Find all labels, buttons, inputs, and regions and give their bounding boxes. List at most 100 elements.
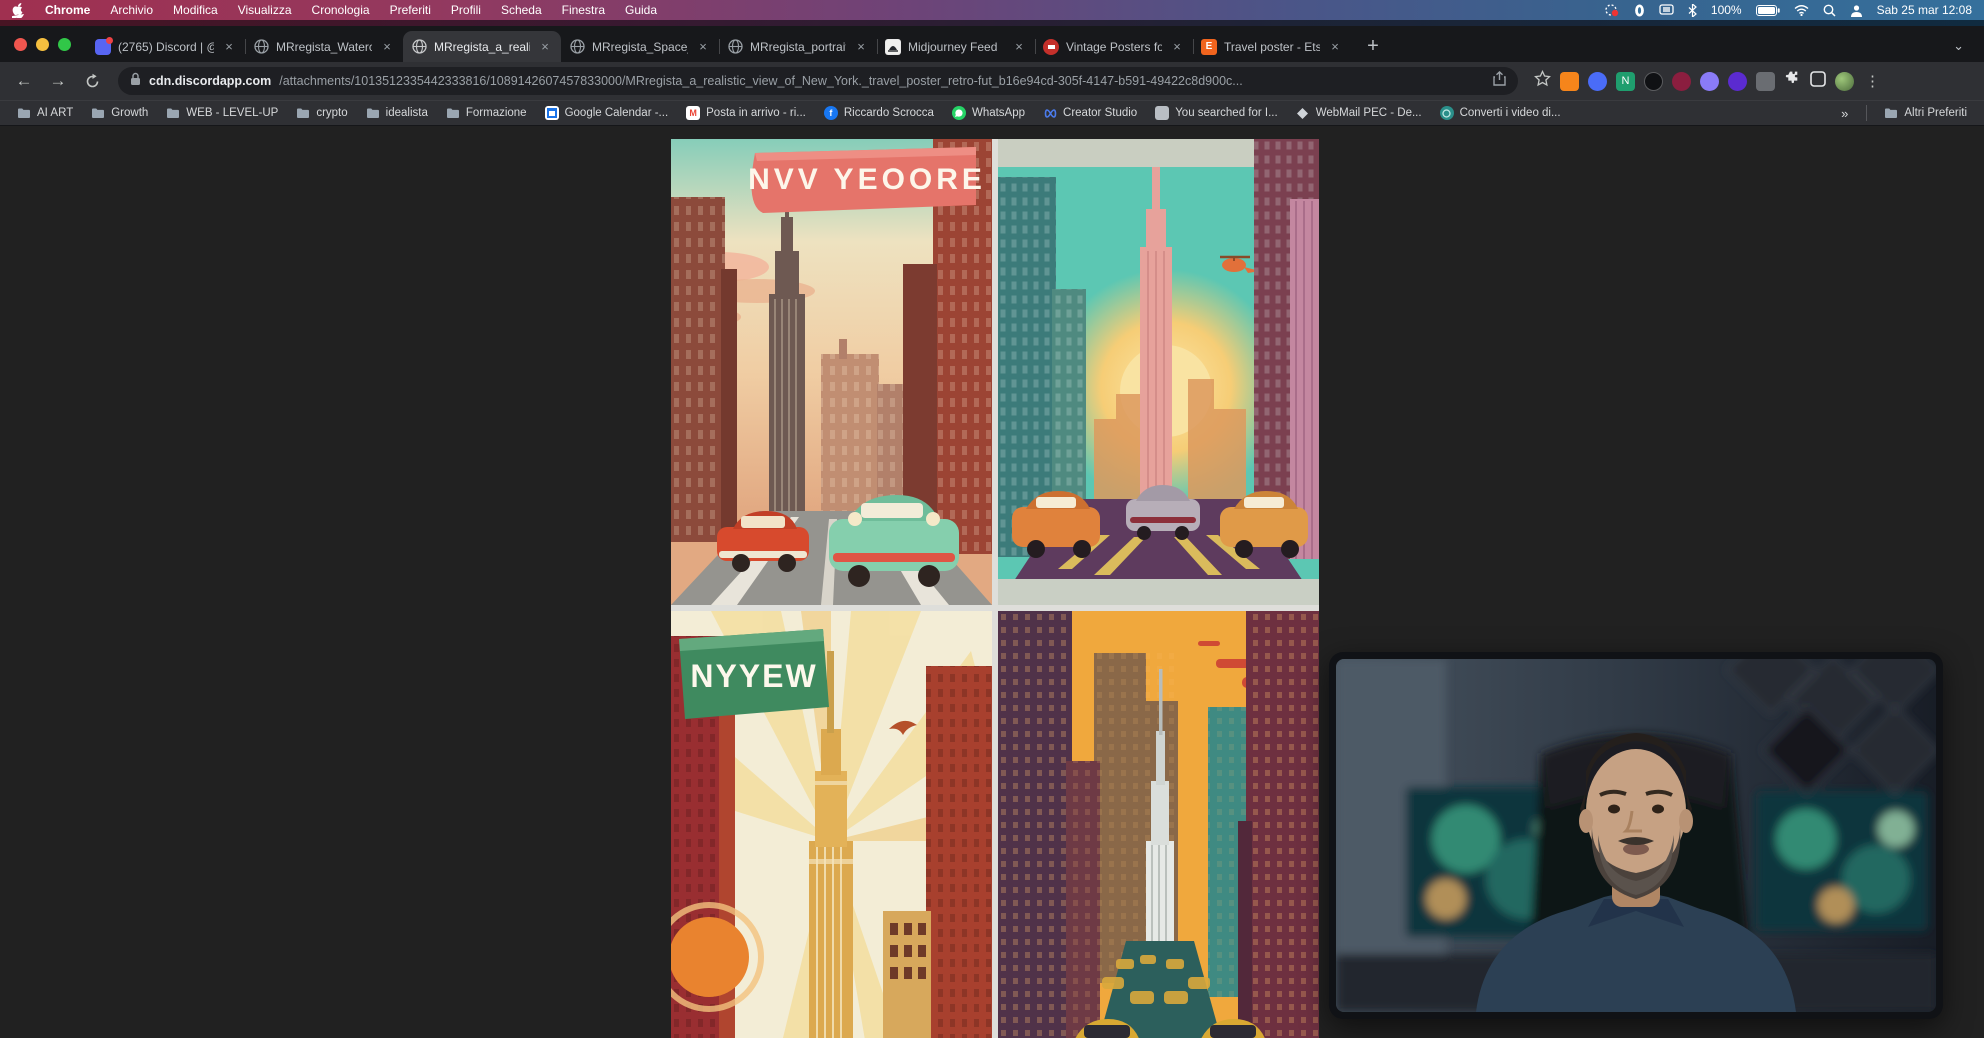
menu-profili[interactable]: Profili: [451, 3, 481, 17]
bookmark-folder-growth[interactable]: Growth: [84, 104, 155, 122]
tab-search-chevron-icon[interactable]: ⌄: [1953, 38, 1978, 62]
display-icon[interactable]: [1659, 4, 1674, 16]
wifi-icon[interactable]: [1794, 5, 1809, 16]
bookmark-label: Converti i video di...: [1460, 107, 1561, 119]
tab-label: MRregista_a_realistic_vie: [434, 40, 530, 54]
tab-close-icon[interactable]: ×: [537, 39, 553, 55]
folder-icon: [1884, 106, 1898, 120]
bookmark-folder-altri-preferiti[interactable]: Altri Preferiti: [1877, 104, 1974, 122]
bookmark-label: You searched for I...: [1175, 107, 1278, 119]
purple-extension-icon[interactable]: [1700, 72, 1719, 91]
tab-etsy[interactable]: E Travel poster - Etsy IT ×: [1193, 31, 1351, 62]
whatsapp-icon: [952, 106, 966, 120]
menu-chrome[interactable]: Chrome: [45, 3, 90, 17]
profile-avatar[interactable]: [1835, 72, 1854, 91]
zoom-window-button[interactable]: [58, 38, 71, 51]
poster-bottom-left: NYYEW: [671, 611, 992, 1038]
bookmark-label: WhatsApp: [972, 107, 1025, 119]
bookmark-you-searched[interactable]: You searched for I...: [1148, 104, 1285, 122]
bookmark-webmail-pec[interactable]: WebMail PEC - De...: [1289, 104, 1429, 122]
menu-clock[interactable]: Sab 25 mar 12:08: [1877, 3, 1972, 17]
tab-realistic-view-active[interactable]: MRregista_a_realistic_vie ×: [403, 31, 561, 62]
battery-percent: 100%: [1711, 3, 1742, 17]
black-circle-extension-icon[interactable]: [1644, 72, 1663, 91]
bookmark-star-icon[interactable]: [1534, 70, 1551, 92]
tab-label: MRregista_Watercolor_Pa: [276, 40, 372, 54]
menu-scheda[interactable]: Scheda: [501, 3, 542, 17]
tab-close-icon[interactable]: ×: [1169, 39, 1185, 55]
lock-icon: [130, 72, 141, 91]
user-menu-icon[interactable]: [1850, 4, 1863, 17]
tab-close-icon[interactable]: ×: [695, 39, 711, 55]
violet-extension-icon[interactable]: [1728, 72, 1747, 91]
bookmark-label: Posta in arrivo - ri...: [706, 107, 806, 119]
back-icon[interactable]: ←: [10, 67, 38, 95]
menu-preferiti[interactable]: Preferiti: [390, 3, 431, 17]
menu-kebab-icon[interactable]: ⋮: [1863, 72, 1882, 90]
tab-vintage-posters[interactable]: Vintage Posters for Sale | ×: [1035, 31, 1193, 62]
tab-label: Travel poster - Etsy IT: [1224, 40, 1320, 54]
poster-bottom-right: [998, 611, 1319, 1038]
menu-modifica[interactable]: Modifica: [173, 3, 218, 17]
tab-watercolor[interactable]: MRregista_Watercolor_Pa ×: [245, 31, 403, 62]
extensions-puzzle-icon[interactable]: [1784, 70, 1801, 92]
close-window-button[interactable]: [14, 38, 27, 51]
tab-space-adventure[interactable]: MRregista_Space_Advent ×: [561, 31, 719, 62]
bookmark-folder-crypto[interactable]: crypto: [289, 104, 354, 122]
spotlight-search-icon[interactable]: [1823, 4, 1836, 17]
forward-icon[interactable]: →: [44, 67, 72, 95]
bookmark-gmail-inbox[interactable]: M Posta in arrivo - ri...: [679, 104, 813, 122]
tab-midjourney-feed[interactable]: Midjourney Feed ×: [877, 31, 1035, 62]
midjourney-favicon: [885, 39, 901, 55]
bookmark-folder-ai-art[interactable]: AI ART: [10, 104, 80, 122]
battery-icon[interactable]: [1756, 5, 1780, 16]
share-icon[interactable]: [1493, 71, 1506, 91]
bookmark-folder-idealista[interactable]: idealista: [359, 104, 435, 122]
metamask-extension-icon[interactable]: [1560, 72, 1579, 91]
svg-text:NYYEW: NYYEW: [690, 658, 817, 694]
url-host: cdn.discordapp.com: [149, 74, 271, 88]
bookmark-creator-studio[interactable]: Creator Studio: [1036, 104, 1144, 122]
onepassword-extension-icon[interactable]: [1672, 72, 1691, 91]
tab-label: Vintage Posters for Sale |: [1066, 40, 1162, 54]
screen: Chrome Archivio Modifica Visualizza Cron…: [0, 0, 1984, 1038]
apple-icon[interactable]: [12, 3, 25, 18]
bookmark-folder-web-level-up[interactable]: WEB - LEVEL-UP: [159, 104, 285, 122]
omnibox-url-field[interactable]: cdn.discordapp.com /attachments/10135123…: [118, 67, 1518, 95]
notion-extension-icon[interactable]: N: [1616, 72, 1635, 91]
tab-portrait[interactable]: MRregista_portrait_on_a_ ×: [719, 31, 877, 62]
new-tab-button[interactable]: +: [1359, 32, 1387, 60]
bookmark-folder-formazione[interactable]: Formazione: [439, 104, 534, 122]
svg-text:NVV YEOORE: NVV YEOORE: [748, 163, 986, 196]
bookmark-label: WEB - LEVEL-UP: [186, 107, 278, 119]
reload-icon[interactable]: [78, 67, 106, 95]
bookmark-google-calendar[interactable]: Google Calendar -...: [538, 104, 676, 122]
tab-close-icon[interactable]: ×: [221, 39, 237, 55]
shield-app-icon[interactable]: [1634, 4, 1645, 17]
screen-record-icon[interactable]: [1605, 4, 1620, 17]
bluetooth-icon[interactable]: [1688, 4, 1697, 17]
menu-visualizza[interactable]: Visualizza: [238, 3, 292, 17]
tab-close-icon[interactable]: ×: [853, 39, 869, 55]
poster-banner: NVV YEOORE: [748, 147, 986, 213]
menu-cronologia[interactable]: Cronologia: [312, 3, 370, 17]
folder-icon: [296, 106, 310, 120]
blue-extension-icon[interactable]: [1588, 72, 1607, 91]
creator-studio-icon: [1043, 106, 1057, 120]
menu-archivio[interactable]: Archivio: [110, 3, 153, 17]
menu-guida[interactable]: Guida: [625, 3, 657, 17]
bookmark-whatsapp[interactable]: WhatsApp: [945, 104, 1032, 122]
minimize-window-button[interactable]: [36, 38, 49, 51]
globe-favicon: [569, 39, 585, 55]
tab-discord[interactable]: (2765) Discord | @Midjou ×: [87, 31, 245, 62]
bookmark-facebook-profile[interactable]: f Riccardo Scrocca: [817, 104, 941, 122]
tab-close-icon[interactable]: ×: [1327, 39, 1343, 55]
tab-close-icon[interactable]: ×: [1011, 39, 1027, 55]
grid-extension-icon[interactable]: [1756, 72, 1775, 91]
menu-finestra[interactable]: Finestra: [562, 3, 605, 17]
tab-close-icon[interactable]: ×: [379, 39, 395, 55]
bookmark-converti-video[interactable]: Converti i video di...: [1433, 104, 1568, 122]
bookmark-label: WebMail PEC - De...: [1316, 107, 1422, 119]
profile-frame-icon[interactable]: [1810, 71, 1826, 92]
bookmarks-overflow-icon[interactable]: »: [1833, 106, 1856, 121]
